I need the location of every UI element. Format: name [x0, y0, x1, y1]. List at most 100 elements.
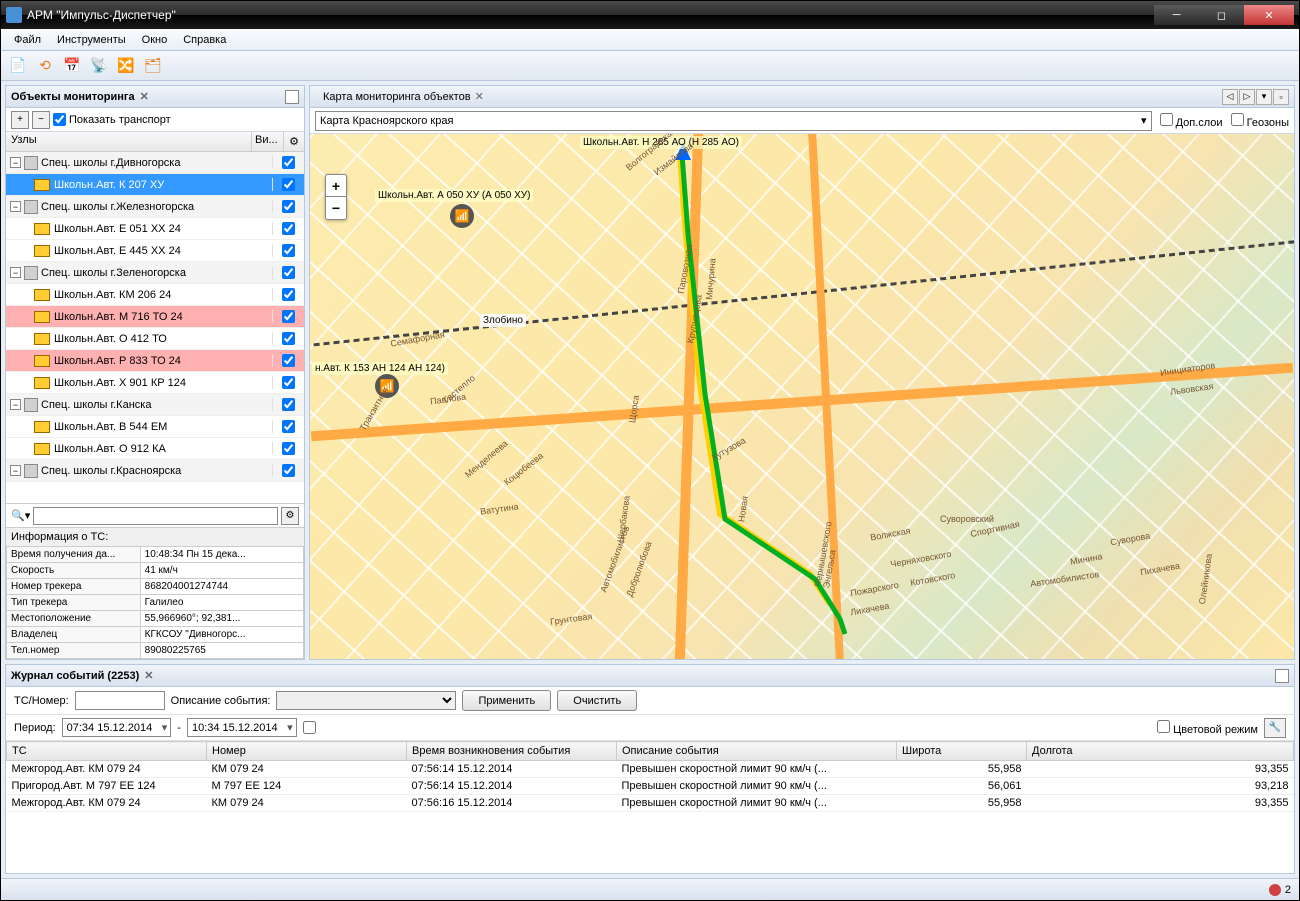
collapse-all-button[interactable]: − — [32, 111, 50, 129]
main-toolbar: 📄 ⟲ 📅 📡 🔀 🗂 — [1, 51, 1299, 81]
tree-item[interactable]: Школьн.Авт. К 207 ХУ — [6, 174, 304, 196]
log-collapse-icon[interactable] — [1275, 669, 1289, 683]
tree-item[interactable]: Школьн.Авт. Х 901 КР 124 — [6, 372, 304, 394]
info-key: Владелец — [7, 627, 141, 643]
status-indicator-icon — [1269, 884, 1281, 896]
period-from-input[interactable]: 07:34 15.12.2014 — [62, 718, 172, 737]
filter-ts-input[interactable] — [75, 691, 165, 710]
tree-col-nodes: Узлы — [6, 132, 252, 151]
filter-ts-label: ТС/Номер: — [14, 695, 69, 707]
maximize-button[interactable]: ◻ — [1199, 5, 1244, 25]
tree-item[interactable]: Школьн.Авт. Р 833 ТО 24 — [6, 350, 304, 372]
toolbar-btn-4[interactable]: 📡 — [87, 54, 111, 78]
log-col-lat[interactable]: Широта — [897, 742, 1027, 761]
info-value: КГКСОУ "Дивногорс... — [140, 627, 303, 643]
layers-option[interactable]: Доп.слои — [1160, 113, 1223, 129]
color-mode-option[interactable]: Цветовой режим — [1157, 720, 1258, 736]
geozones-option[interactable]: Геозоны — [1231, 113, 1289, 129]
nav-menu[interactable]: ▾ — [1256, 89, 1272, 105]
object-tree[interactable]: −Спец. школы г.ДивногорскаШкольн.Авт. К … — [6, 152, 304, 503]
info-key: Тип трекера — [7, 595, 141, 611]
status-count: 2 — [1285, 884, 1291, 896]
tree-group[interactable]: −Спец. школы г.Железногорска — [6, 196, 304, 218]
info-value: 89080225765 — [140, 643, 303, 659]
map-selector[interactable]: Карта Красноярского края▾ — [315, 111, 1152, 131]
tree-search-input[interactable] — [33, 507, 278, 525]
sidebar: Объекты мониторинга ✕ + − Показать транс… — [5, 85, 305, 660]
tree-search-settings[interactable]: ⚙ — [281, 507, 299, 525]
log-close-icon[interactable]: ✕ — [144, 669, 153, 682]
tree-item[interactable]: Школьн.Авт. М 716 ТО 24 — [6, 306, 304, 328]
tree-group[interactable]: −Спец. школы г.Дивногорска — [6, 152, 304, 174]
tree-group[interactable]: −Спец. школы г.Зеленогорска — [6, 262, 304, 284]
apply-button[interactable]: Применить — [462, 690, 551, 711]
sidebar-header: Объекты мониторинга ✕ — [6, 86, 304, 108]
log-col-time[interactable]: Время возникновения события — [407, 742, 617, 761]
show-transport-checkbox[interactable] — [53, 113, 66, 126]
menu-window[interactable]: Окно — [134, 32, 176, 48]
info-value: 868204001274744 — [140, 579, 303, 595]
tree-group[interactable]: −Спец. школы г.Канска — [6, 394, 304, 416]
log-row[interactable]: Пригород.Авт. М 797 ЕЕ 124М 797 ЕЕ 12407… — [7, 778, 1294, 795]
antenna-icon-2: 📶 — [375, 374, 399, 398]
map-tab[interactable]: Карта мониторинга объектов ✕ — [315, 88, 492, 105]
log-title: Журнал событий (2253) — [11, 670, 139, 682]
tree-item[interactable]: Школьн.Авт. Е 445 ХХ 24 — [6, 240, 304, 262]
antenna-icon-1: 📶 — [450, 204, 474, 228]
toolbar-btn-6[interactable]: 🗂 — [141, 54, 165, 78]
menu-tools[interactable]: Инструменты — [49, 32, 134, 48]
log-col-desc[interactable]: Описание события — [617, 742, 897, 761]
menu-file[interactable]: Файл — [6, 32, 49, 48]
toolbar-btn-1[interactable]: 📄 — [6, 54, 30, 78]
tree-item[interactable]: Школьн.Авт. О 412 ТО — [6, 328, 304, 350]
close-button[interactable]: ✕ — [1244, 5, 1294, 25]
log-col-ts[interactable]: ТС — [7, 742, 207, 761]
log-settings-button[interactable]: 🔧 — [1264, 718, 1286, 738]
clear-button[interactable]: Очистить — [557, 690, 637, 711]
expand-all-button[interactable]: + — [11, 111, 29, 129]
tree-item[interactable]: Школьн.Авт. Е 051 ХХ 24 — [6, 218, 304, 240]
info-value: 55,966960°; 92,381... — [140, 611, 303, 627]
statusbar: 2 — [1, 878, 1299, 900]
info-value: 10:48:34 Пн 15 дека... — [140, 547, 303, 563]
zoom-control: + − — [325, 174, 347, 220]
nav-collapse[interactable]: ▫ — [1273, 89, 1289, 105]
show-transport-label: Показать транспорт — [69, 114, 171, 126]
period-label: Период: — [14, 722, 56, 734]
menu-help[interactable]: Справка — [175, 32, 234, 48]
map-canvas[interactable]: Школьн.Авт. Н 285 АО (Н 285 АО) Школьн.А… — [310, 134, 1294, 659]
info-key: Время получения да... — [7, 547, 141, 563]
log-table[interactable]: ТС Номер Время возникновения события Опи… — [6, 741, 1294, 873]
minimize-button[interactable]: ─ — [1154, 5, 1199, 25]
tree-item[interactable]: Школьн.Авт. КМ 206 24 — [6, 284, 304, 306]
tree-item[interactable]: Школьн.Авт. О 912 КА — [6, 438, 304, 460]
tree-item[interactable]: Школьн.Авт. В 544 ЕМ — [6, 416, 304, 438]
tree-col-vi: Ви... — [252, 132, 284, 151]
log-row[interactable]: Межгород.Авт. КМ 079 24КМ 079 2407:56:16… — [7, 795, 1294, 812]
zoom-in-button[interactable]: + — [326, 175, 346, 197]
tree-group[interactable]: −Спец. школы г.Красноярска — [6, 460, 304, 482]
info-key: Местоположение — [7, 611, 141, 627]
nav-prev[interactable]: ◁ — [1222, 89, 1238, 105]
info-header: Информация о ТС: — [6, 528, 304, 546]
period-enable-checkbox[interactable] — [303, 721, 316, 734]
toolbar-btn-5[interactable]: 🔀 — [114, 54, 138, 78]
sidebar-title: Объекты мониторинга — [11, 91, 135, 103]
info-key: Скорость — [7, 563, 141, 579]
nav-next[interactable]: ▷ — [1239, 89, 1255, 105]
log-col-lon[interactable]: Долгота — [1027, 742, 1294, 761]
toolbar-btn-3[interactable]: 📅 — [60, 54, 84, 78]
filter-desc-label: Описание события: — [171, 695, 271, 707]
toolbar-btn-2[interactable]: ⟲ — [33, 54, 57, 78]
sidebar-close-icon[interactable]: ✕ — [140, 90, 149, 103]
info-value: 41 км/ч — [140, 563, 303, 579]
tree-col-settings-icon[interactable]: ⚙ — [284, 132, 304, 151]
filter-desc-select[interactable] — [276, 691, 456, 710]
sidebar-collapse-icon[interactable] — [285, 90, 299, 104]
zoom-out-button[interactable]: − — [326, 197, 346, 219]
search-icon: 🔍▾ — [11, 509, 30, 522]
log-row[interactable]: Межгород.Авт. КМ 079 24КМ 079 2407:56:14… — [7, 761, 1294, 778]
map-tab-close-icon[interactable]: ✕ — [475, 90, 484, 103]
period-to-input[interactable]: 10:34 15.12.2014 — [187, 718, 297, 737]
log-col-num[interactable]: Номер — [207, 742, 407, 761]
